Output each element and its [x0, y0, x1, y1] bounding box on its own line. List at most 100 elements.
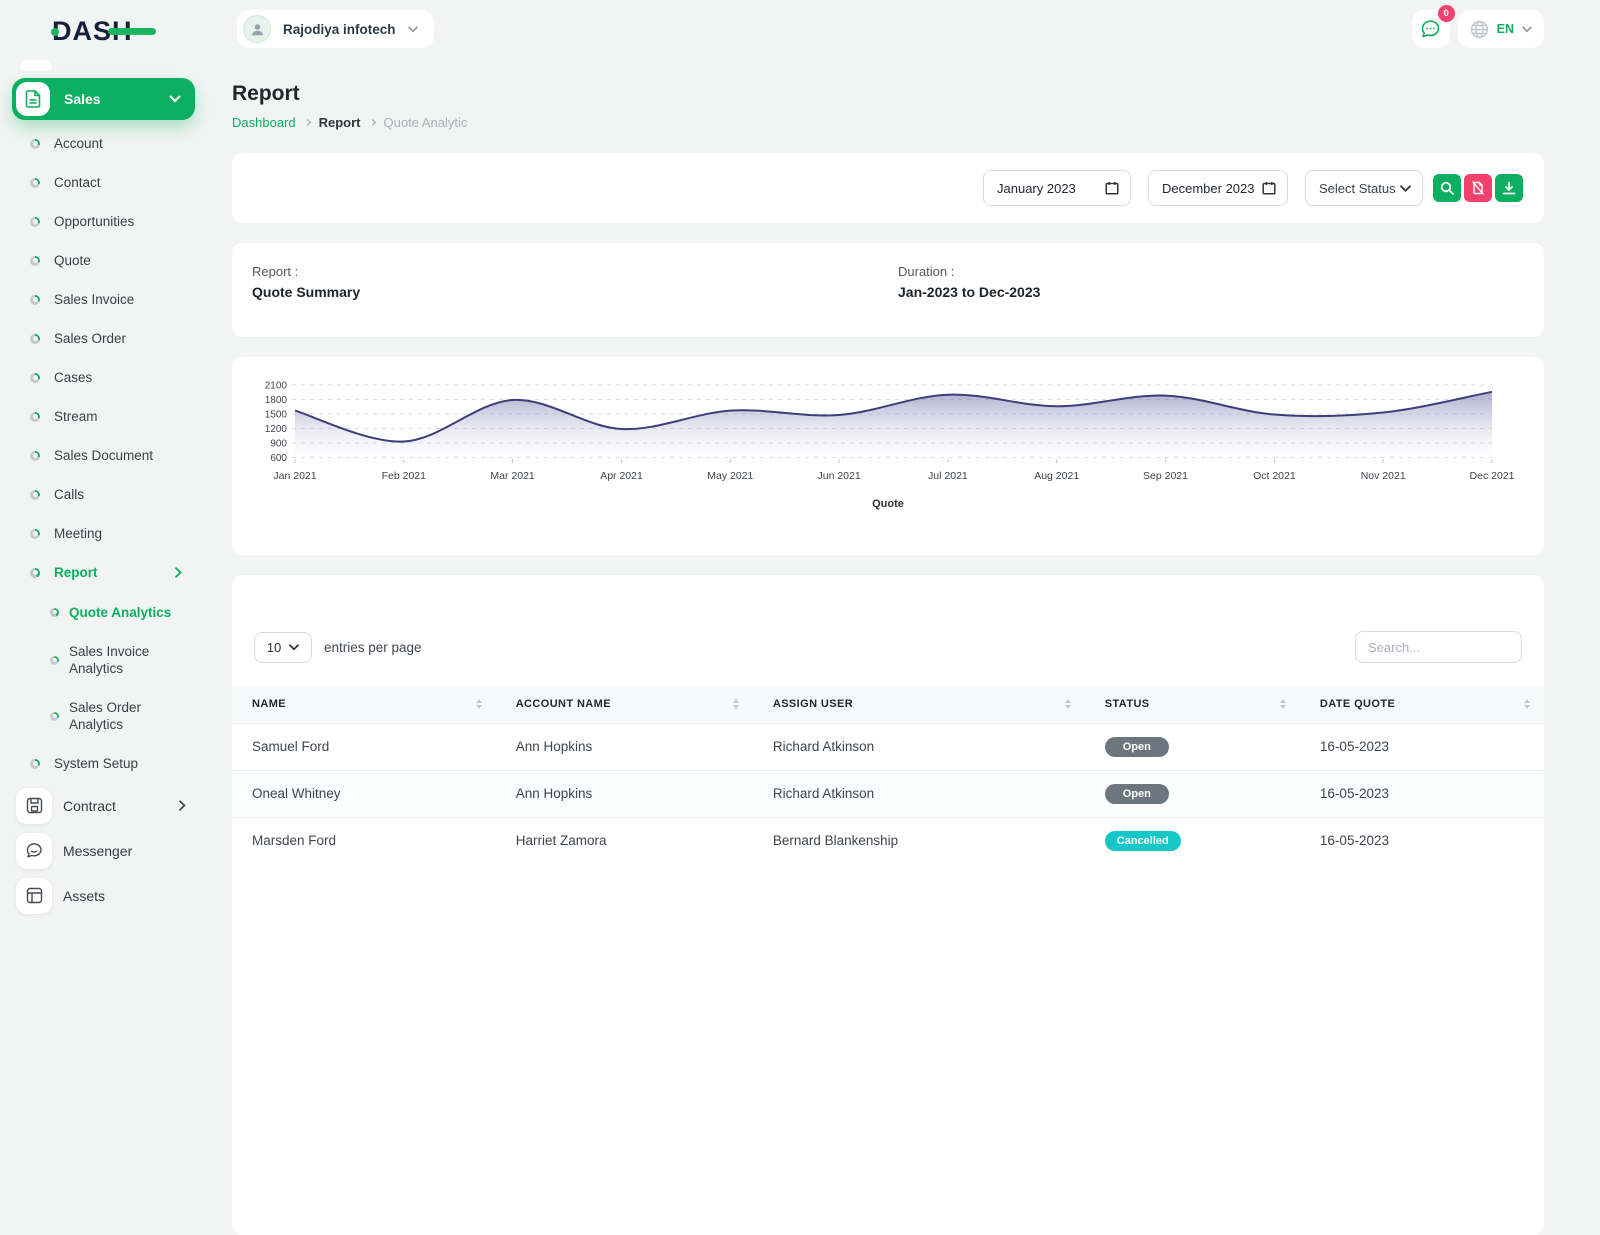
cell-status: Open: [1085, 723, 1300, 770]
column-header-date-quote[interactable]: DATE QUOTE: [1300, 685, 1544, 723]
column-label: STATUS: [1105, 698, 1150, 710]
svg-text:2100: 2100: [265, 381, 288, 392]
table-controls: 10 entries per page: [232, 631, 1544, 663]
sidebar-subitem-sales-invoice-analytics[interactable]: Sales Invoice Analytics: [0, 632, 210, 688]
cell-account-name: Ann Hopkins: [496, 770, 753, 817]
column-label: NAME: [252, 698, 286, 710]
assets-icon: [16, 878, 52, 914]
chart-axis-title: Quote: [252, 498, 1524, 510]
sidebar-item-account[interactable]: Account: [0, 124, 210, 163]
breadcrumb-quote-analytic: Quote Analytic: [384, 115, 468, 130]
sidebar-item-label: Stream: [54, 409, 98, 424]
quotes-table: NAME ACCOUNT NAMEASSIGN USER STATUS DATE QU…: [232, 685, 1544, 864]
svg-text:1200: 1200: [265, 424, 288, 435]
report-label: Report :: [252, 264, 898, 279]
sidebar-module-contract[interactable]: Contract: [0, 783, 210, 828]
scrolled-menu-remnant: [20, 60, 52, 71]
sidebar-menu: AccountContactOpportunitiesQuote Sales In…: [0, 124, 210, 918]
sidebar-item-sales-order[interactable]: Sales Order: [0, 319, 210, 358]
svg-text:May 2021: May 2021: [707, 470, 753, 482]
brand-logo[interactable]: DASH: [52, 16, 162, 46]
search-input[interactable]: [1355, 631, 1522, 663]
sort-icon[interactable]: [1065, 699, 1071, 709]
sidebar-item-opportunities[interactable]: Opportunities: [0, 202, 210, 241]
sidebar-item-cases[interactable]: Cases: [0, 358, 210, 397]
bullet-icon: [50, 656, 59, 665]
bullet-icon: [50, 712, 59, 721]
column-header-assign-user[interactable]: ASSIGN USER: [753, 685, 1085, 723]
company-selector[interactable]: Rajodiya infotech: [237, 10, 434, 48]
breadcrumb-dashboard[interactable]: Dashboard: [232, 115, 296, 130]
sidebar-item-label: Cases: [54, 370, 92, 385]
sidebar-group-sales-label: Sales: [64, 91, 155, 107]
duration-col: Duration : Jan-2023 to Dec-2023: [898, 264, 1040, 316]
duration-value: Jan-2023 to Dec-2023: [898, 284, 1040, 300]
breadcrumb-separator-icon: [368, 119, 375, 126]
column-header-account-name[interactable]: ACCOUNT NAME: [496, 685, 753, 723]
entries-per-page-select[interactable]: 10: [254, 632, 312, 663]
brand-logo-dash-icon: [108, 28, 156, 35]
sidebar-subitem-sales-order-analytics[interactable]: Sales Order Analytics: [0, 688, 210, 744]
sort-icon[interactable]: [1524, 699, 1530, 709]
language-selector[interactable]: EN: [1458, 10, 1544, 48]
calendar-icon: [1262, 181, 1276, 195]
sidebar-item-sales-invoice[interactable]: Sales Invoice: [0, 280, 210, 319]
sidebar-item-quote[interactable]: Quote: [0, 241, 210, 280]
entries-wrap: 10 entries per page: [254, 632, 422, 663]
sidebar-item-system-setup[interactable]: System Setup: [0, 744, 210, 783]
bullet-icon: [50, 608, 59, 617]
sort-icon[interactable]: [1280, 699, 1286, 709]
apply-search-button[interactable]: [1433, 174, 1461, 202]
status-select[interactable]: Select Status: [1305, 170, 1423, 206]
sidebar-module-label: Messenger: [63, 843, 210, 859]
download-button[interactable]: [1495, 174, 1523, 202]
start-month-input[interactable]: January 2023: [983, 170, 1131, 206]
sort-icon[interactable]: [733, 699, 739, 709]
sidebar-group-sales[interactable]: Sales: [12, 78, 195, 120]
chat-bubble-icon: [1420, 19, 1441, 39]
status-badge: Cancelled: [1105, 831, 1181, 851]
svg-text:Dec 2021: Dec 2021: [1470, 470, 1515, 482]
sidebar-subitem-quote-analytics[interactable]: Quote Analytics: [0, 592, 210, 632]
language-code: EN: [1497, 22, 1514, 36]
company-name: Rajodiya infotech: [283, 22, 396, 37]
chevron-right-icon: [175, 567, 182, 578]
messages-badge: 0: [1438, 5, 1455, 22]
column-header-status[interactable]: STATUS: [1085, 685, 1300, 723]
sort-icon[interactable]: [476, 699, 482, 709]
sidebar-subitem-label: Sales Order Analytics: [69, 699, 189, 733]
sidebar-module-messenger[interactable]: Messenger: [0, 828, 210, 873]
end-month-input[interactable]: December 2023: [1148, 170, 1288, 206]
brand-logo-dot-icon: [51, 28, 59, 36]
quote-chart-card: 6009001200150018002100 Jan 2021Feb 2021M…: [232, 357, 1544, 555]
svg-text:1500: 1500: [265, 410, 288, 421]
bullet-icon: [30, 412, 40, 422]
reset-filter-button[interactable]: [1464, 174, 1492, 202]
sidebar-item-sales-document[interactable]: Sales Document: [0, 436, 210, 475]
chevron-down-icon: [1522, 26, 1532, 33]
sidebar-item-meeting[interactable]: Meeting: [0, 514, 210, 553]
svg-text:600: 600: [270, 453, 287, 464]
sidebar-module-assets[interactable]: Assets: [0, 873, 210, 918]
file-off-icon: [1471, 181, 1485, 195]
svg-text:Aug 2021: Aug 2021: [1034, 470, 1079, 482]
sidebar-item-calls[interactable]: Calls: [0, 475, 210, 514]
sidebar-item-contact[interactable]: Contact: [0, 163, 210, 202]
sidebar-item-report[interactable]: Report: [0, 553, 210, 592]
svg-text:Mar 2021: Mar 2021: [490, 470, 535, 482]
cell-status: Open: [1085, 770, 1300, 817]
duration-label: Duration :: [898, 264, 1040, 279]
cell-status: Cancelled: [1085, 817, 1300, 864]
sidebar-item-label: System Setup: [54, 756, 138, 771]
messages-button[interactable]: 0: [1412, 10, 1450, 48]
sidebar-item-label: Report: [54, 565, 161, 580]
column-header-name[interactable]: NAME: [232, 685, 496, 723]
cell-assign-user: Richard Atkinson: [753, 723, 1085, 770]
sidebar-item-label: Calls: [54, 487, 84, 502]
filter-actions: [1433, 174, 1523, 202]
svg-text:Nov 2021: Nov 2021: [1361, 470, 1406, 482]
cell-assign-user: Richard Atkinson: [753, 770, 1085, 817]
breadcrumb-report[interactable]: Report: [319, 115, 361, 130]
sidebar-item-stream[interactable]: Stream: [0, 397, 210, 436]
sidebar-item-label: Sales Invoice: [54, 292, 134, 307]
